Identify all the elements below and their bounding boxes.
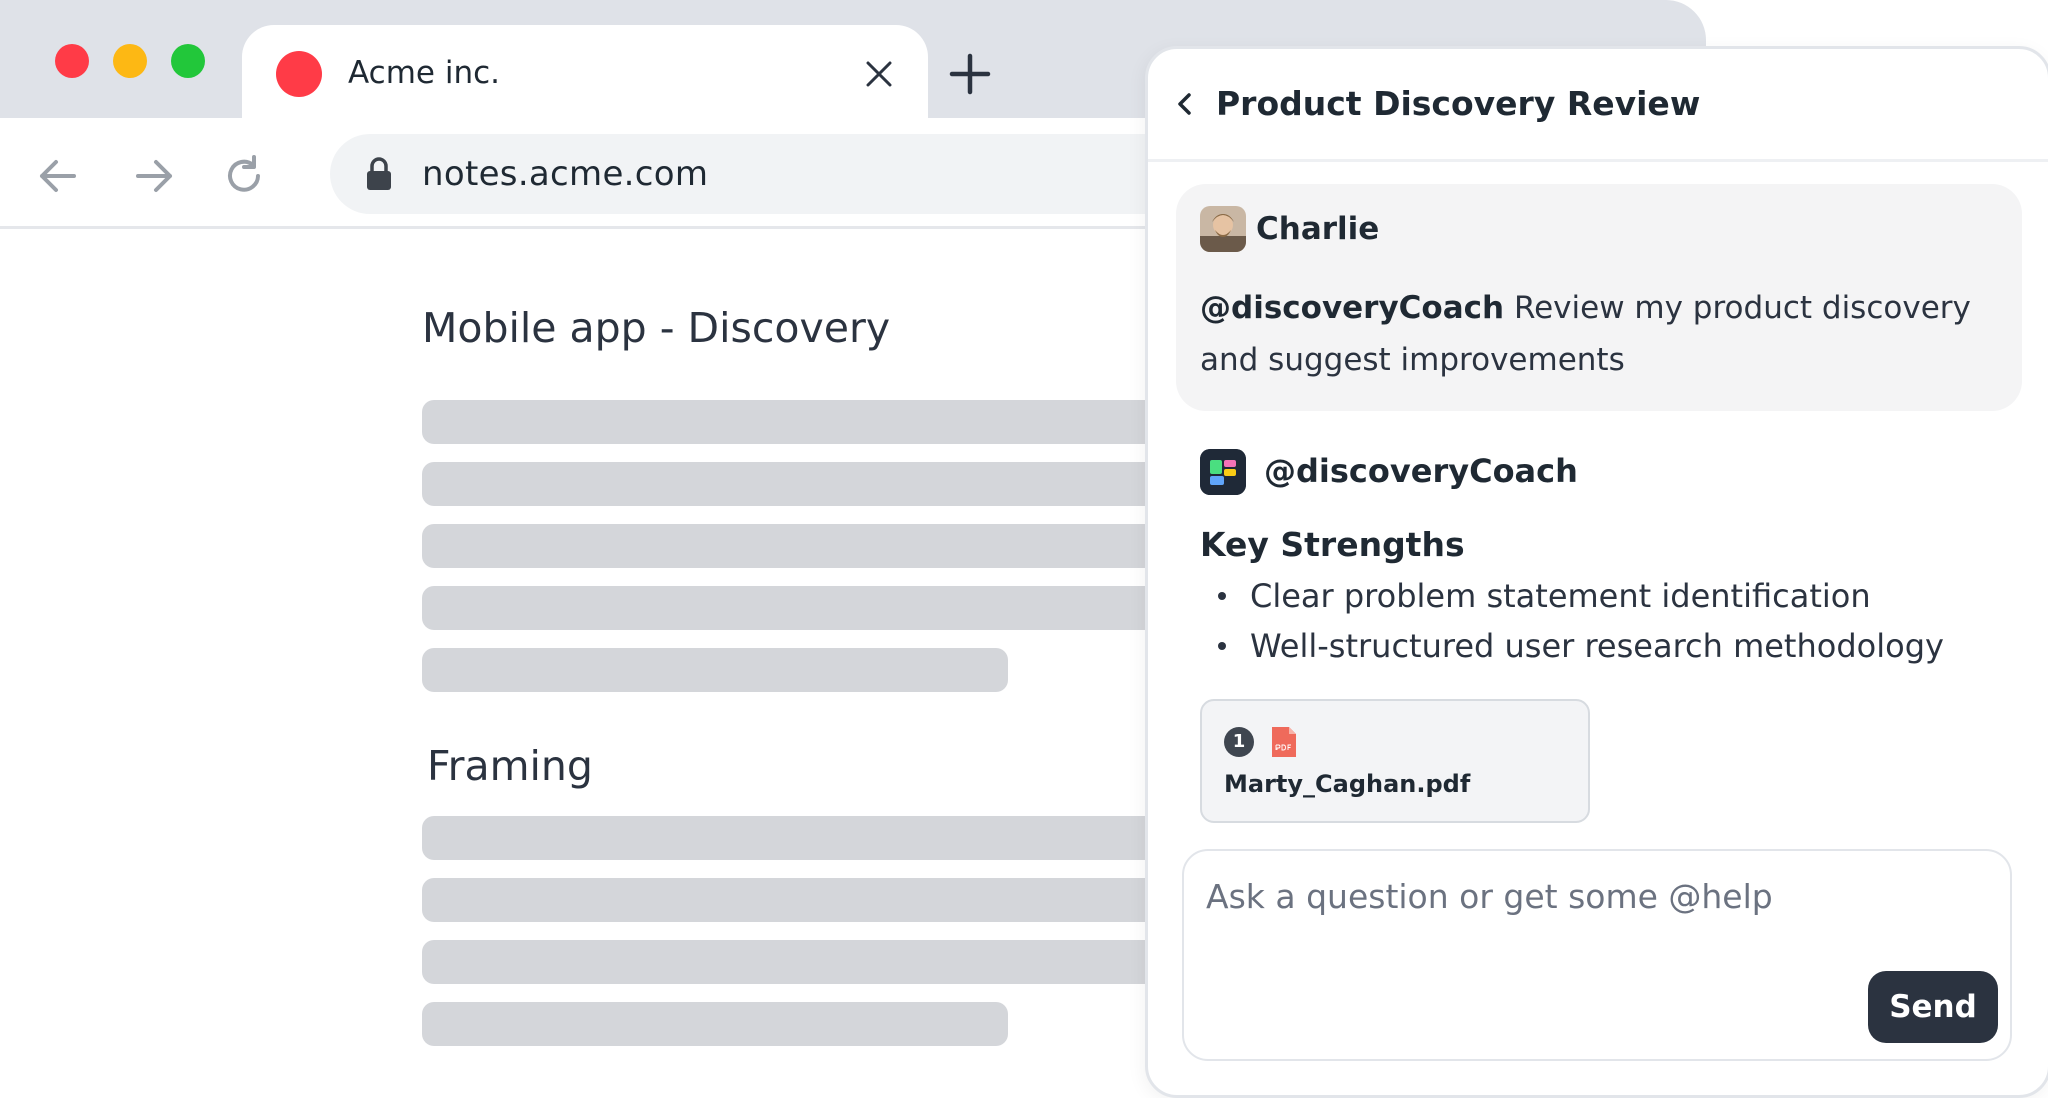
minimize-window-button[interactable]: [113, 44, 147, 78]
close-tab-icon[interactable]: [864, 59, 894, 89]
list-item: Clear problem statement identification: [1200, 571, 1944, 621]
message-input[interactable]: [1204, 865, 1988, 927]
bullet-icon: [1218, 642, 1226, 650]
attachment-filename: Marty_Caghan.pdf: [1224, 770, 1471, 798]
placeholder-line: [422, 524, 1182, 568]
placeholder-line: [422, 878, 1182, 922]
placeholder-line: [422, 1002, 1008, 1046]
message-composer: Send: [1182, 849, 2012, 1061]
strengths-list: Clear problem statement identification W…: [1200, 571, 1944, 671]
section-heading: Framing: [427, 742, 593, 790]
lock-icon: [367, 157, 391, 190]
placeholder-line: [422, 586, 1182, 630]
message-author: Charlie: [1256, 211, 1380, 247]
placeholder-line: [422, 816, 1182, 860]
bot-name: @discoveryCoach: [1264, 452, 1578, 490]
back-arrow-icon[interactable]: [34, 152, 82, 200]
attachment-count-badge: 1: [1224, 727, 1254, 757]
tab-title: Acme inc.: [348, 55, 500, 91]
send-button[interactable]: Send: [1868, 971, 1998, 1043]
mention[interactable]: @discoveryCoach: [1200, 290, 1504, 326]
list-item: Well-structured user research methodolog…: [1200, 621, 1944, 671]
pdf-file-icon: [1272, 727, 1296, 757]
maximize-window-button[interactable]: [171, 44, 205, 78]
attachment-card[interactable]: 1 Marty_Caghan.pdf: [1200, 699, 1590, 823]
placeholder-line: [422, 400, 1182, 444]
bullet-icon: [1218, 592, 1226, 600]
placeholder-line: [422, 462, 1182, 506]
forward-arrow-icon[interactable]: [130, 152, 178, 200]
bot-logo-icon: [1200, 449, 1246, 495]
chevron-left-icon[interactable]: [1172, 91, 1198, 117]
placeholder-line: [422, 648, 1008, 692]
new-tab-icon[interactable]: [948, 52, 992, 96]
url-text: notes.acme.com: [422, 154, 709, 194]
browser-tab[interactable]: Acme inc.: [242, 25, 928, 118]
document-title: Mobile app - Discovery: [422, 304, 891, 352]
chat-panel-header: Product Discovery Review: [1148, 49, 2048, 162]
message-text: @discoveryCoach Review my product discov…: [1200, 282, 2000, 386]
chat-panel: Product Discovery Review Charlie @discov…: [1145, 46, 2048, 1098]
placeholder-line: [422, 940, 1182, 984]
avatar: [1200, 206, 1246, 252]
user-message: Charlie @discoveryCoach Review my produc…: [1176, 184, 2022, 411]
tab-favicon-icon: [276, 51, 322, 97]
response-heading: Key Strengths: [1200, 525, 1465, 564]
reload-icon[interactable]: [220, 152, 268, 200]
close-window-button[interactable]: [55, 44, 89, 78]
chat-title: Product Discovery Review: [1216, 84, 1701, 123]
